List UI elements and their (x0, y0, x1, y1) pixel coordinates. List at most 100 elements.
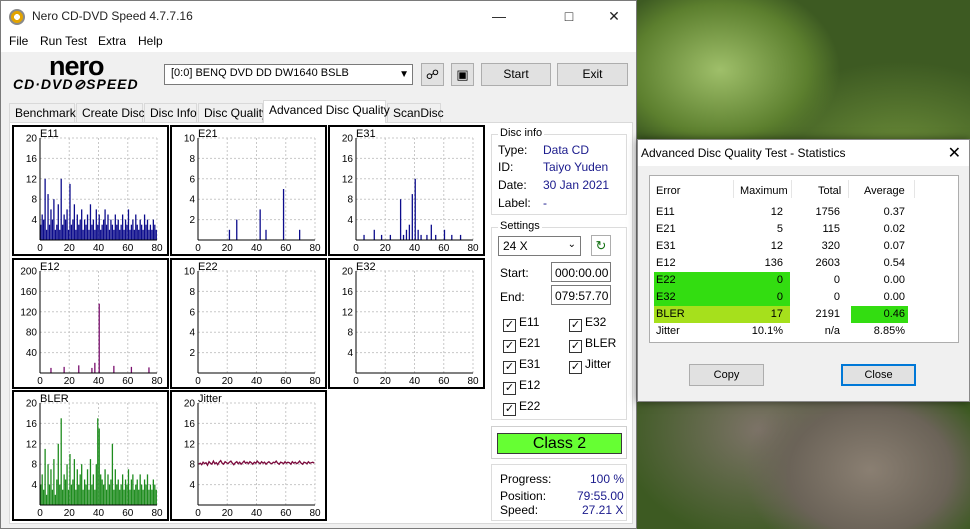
menu-extra[interactable]: Extra (98, 34, 126, 48)
y-tick-label: 8 (347, 328, 353, 339)
checkbox-e32[interactable]: ✓ E32 (569, 315, 606, 332)
x-tick-label: 80 (309, 376, 321, 387)
refresh-icon[interactable]: ↻ (591, 235, 611, 256)
position-value: 79:55.00 (577, 489, 624, 503)
x-tick-label: 20 (380, 243, 392, 254)
drive-select[interactable]: [0:0] BENQ DVD DD DW1640 BSLB ▼ (164, 64, 413, 85)
nero-logo: nero CD·DVD⊘SPEED (11, 51, 161, 92)
check-icon: ✓ (503, 382, 516, 395)
start-time-input[interactable]: 000:00.00 (551, 262, 611, 282)
statistics-row-e32[interactable]: E32 0 0 0.00 (654, 289, 957, 306)
cell-total: 2603 (815, 257, 840, 269)
check-icon: ✓ (569, 361, 582, 374)
x-tick-label: 40 (251, 243, 263, 254)
statistics-row-e21[interactable]: E21 5 115 0.02 (654, 221, 957, 238)
check-icon: ✓ (503, 403, 516, 416)
cell-total: 320 (821, 240, 840, 252)
tab-disc-quality[interactable]: Disc Quality (198, 103, 268, 122)
y-tick-label: 8 (31, 195, 37, 206)
x-tick-label: 0 (353, 243, 359, 254)
x-tick-label: 0 (37, 243, 43, 254)
x-tick-label: 0 (195, 508, 201, 519)
chart-e32: 20 16 12 8 4 0 20 40 60 80 E32 (328, 258, 485, 389)
checkbox-jitter[interactable]: ✓ Jitter (569, 357, 611, 374)
chart-e12: 200 160 120 80 40 0 20 40 60 80 E12 (12, 258, 169, 389)
statistics-table: Error Maximum Total Average E11 12 1756 0.3… (649, 175, 959, 343)
checkbox-e21[interactable]: ✓ E21 (503, 336, 540, 353)
chart-svg: 201612840 20 40 60 80 (342, 134, 479, 255)
tab-benchmark[interactable]: Benchmark (9, 103, 76, 122)
disc-type-value: Data CD (543, 143, 590, 157)
menu-file[interactable]: File (9, 34, 28, 48)
cell-error: BLER (656, 308, 685, 320)
save-icon[interactable]: ▣ (451, 63, 474, 86)
checkbox-e11[interactable]: ✓ E11 (503, 315, 539, 332)
tab-disc-info[interactable]: Disc Info (144, 103, 197, 122)
checkbox-bler[interactable]: ✓ BLER (569, 336, 616, 353)
statistics-row-e11[interactable]: E11 12 1756 0.37 (654, 204, 957, 221)
y-tick-label: 6 (189, 307, 195, 318)
disc-info-title: Disc info (498, 127, 545, 139)
chart-svg: 201612840 20 40 60 80 (184, 399, 321, 520)
statistics-row-e22[interactable]: E22 0 0 0.00 (654, 272, 957, 289)
x-tick-label: 0 (195, 376, 201, 387)
exit-button[interactable]: Exit (557, 63, 628, 86)
tab-scandisc[interactable]: ScanDisc (387, 103, 444, 122)
disc-label-label: Label: (498, 196, 531, 210)
chart-svg: 1086420 20 40 60 80 (184, 134, 321, 255)
checkbox-e31[interactable]: ✓ E31 (503, 357, 540, 374)
y-tick-label: 4 (347, 215, 353, 226)
cell-error: E31 (656, 240, 676, 252)
class-badge: Class 2 (497, 433, 622, 454)
check-icon: ✓ (503, 319, 516, 332)
y-tick-label: 16 (26, 419, 38, 430)
y-tick-label: 80 (26, 328, 38, 339)
column-divider (733, 180, 734, 198)
title-bar[interactable]: Nero CD-DVD Speed 4.7.7.16 — □ ✕ (1, 1, 636, 32)
start-button[interactable]: Start (481, 63, 551, 86)
end-time-input[interactable]: 079:57.70 (551, 285, 611, 305)
checkbox-e12[interactable]: ✓ E12 (503, 378, 540, 395)
close-icon[interactable]: ✕ (591, 1, 637, 32)
y-tick-label: 40 (26, 348, 38, 359)
disc-id-value: Taiyo Yuden (543, 160, 609, 174)
y-tick-label: 20 (26, 399, 38, 410)
statistics-row-e31[interactable]: E31 12 320 0.07 (654, 238, 957, 255)
statistics-title-bar[interactable]: Advanced Disc Quality Test - Statistics … (638, 140, 969, 166)
checkbox-e22[interactable]: ✓ E22 (503, 399, 540, 416)
cell-average: 8.85% (873, 325, 905, 337)
y-tick-label: 4 (347, 348, 353, 359)
y-tick-label: 8 (189, 460, 195, 471)
y-tick-label: 12 (342, 307, 354, 318)
settings-title: Settings (498, 220, 542, 232)
x-tick-label: 40 (409, 243, 421, 254)
x-tick-label: 60 (280, 508, 292, 519)
statistics-row-bler[interactable]: BLER 17 2191 0.46 (654, 306, 957, 323)
tab-create-disc[interactable]: Create Disc (76, 103, 145, 122)
chart-svg: 201612840 20 40 60 80 (26, 134, 163, 255)
cell-average: 0.00 (883, 274, 905, 286)
minimize-icon[interactable]: — (476, 1, 522, 32)
maximize-icon[interactable]: □ (546, 1, 592, 32)
chart-title: E12 (40, 261, 60, 273)
chart-e21: 10 8 6 4 2 0 20 40 60 80 E21 (170, 125, 327, 256)
x-tick-label: 0 (195, 243, 201, 254)
x-tick-label: 60 (438, 376, 450, 387)
cell-error: E22 (656, 274, 676, 286)
disc-label-value: - (543, 196, 547, 210)
menu-help[interactable]: Help (138, 34, 163, 48)
speed-select[interactable]: 24 X ⌄ (498, 236, 581, 256)
chart-svg: 1086420 20 40 60 80 (184, 267, 321, 388)
progress-value: 100 % (590, 472, 625, 486)
copy-button[interactable]: Copy (689, 364, 764, 386)
chart-title: E22 (198, 261, 218, 273)
close-button[interactable]: Close (841, 364, 916, 386)
x-tick-label: 60 (280, 376, 292, 387)
y-tick-label: 16 (26, 154, 38, 165)
close-icon[interactable]: ✕ (948, 143, 961, 163)
statistics-row-jitter[interactable]: Jitter 10.1% n/a 8.85% (654, 323, 957, 340)
menu-run-test[interactable]: Run Test (40, 34, 87, 48)
drive-info-icon[interactable]: ☍ (421, 63, 444, 86)
tab-advanced-disc-quality[interactable]: Advanced Disc Quality (263, 100, 390, 123)
statistics-row-e12[interactable]: E12 136 2603 0.54 (654, 255, 957, 272)
